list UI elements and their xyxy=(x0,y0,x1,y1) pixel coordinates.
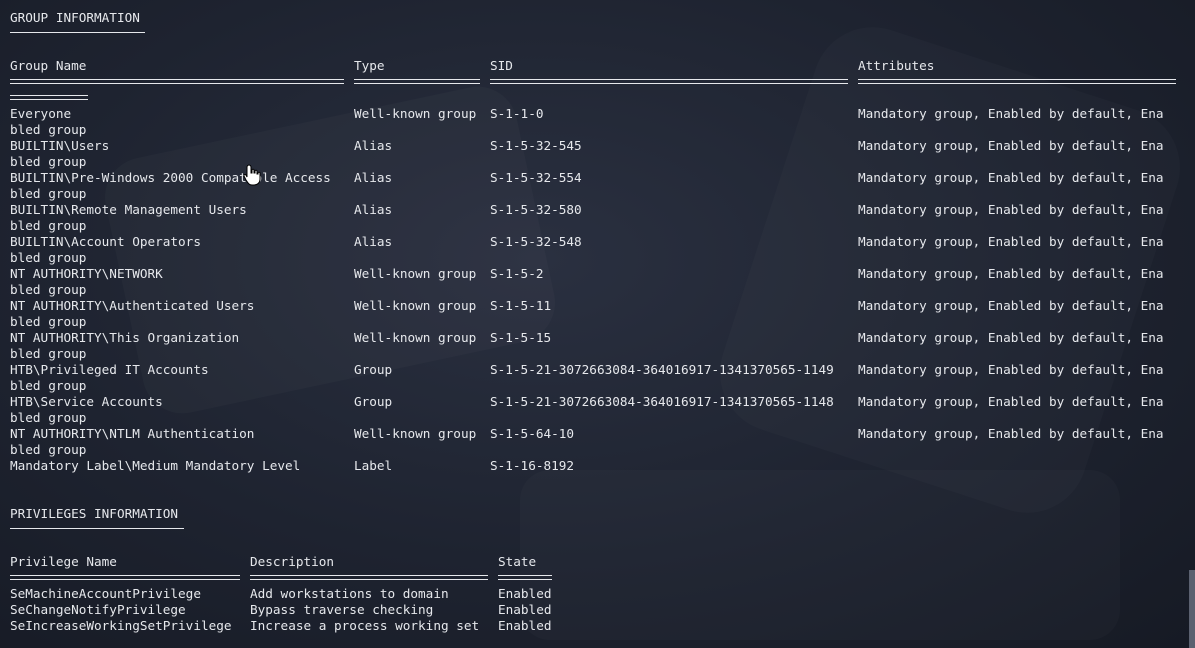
group-sid: S-1-5-32-580 xyxy=(490,202,582,217)
group-attributes-wrap: bled group xyxy=(10,122,87,137)
group-type: Group xyxy=(354,394,393,409)
header-group-name: Group Name xyxy=(10,58,87,73)
header-rule xyxy=(498,575,552,580)
header-rule xyxy=(250,575,488,580)
group-type: Alias xyxy=(354,138,393,153)
group-name: NT AUTHORITY\NTLM Authentication xyxy=(10,426,255,441)
group-attributes-wrap: bled group xyxy=(10,378,87,393)
group-name: BUILTIN\Users xyxy=(10,138,110,153)
header-privilege-name: Privilege Name xyxy=(10,554,117,569)
group-name: NT AUTHORITY\NETWORK xyxy=(10,266,163,281)
group-sid: S-1-5-2 xyxy=(490,266,544,281)
privilege-name: SeChangeNotifyPrivilege xyxy=(10,602,186,617)
privilege-name: SeMachineAccountPrivilege xyxy=(10,586,201,601)
group-name: HTB\Service Accounts xyxy=(10,394,163,409)
group-attributes: Mandatory group, Enabled by default, Ena xyxy=(858,202,1164,217)
header-rule xyxy=(858,79,1176,84)
group-attributes: Mandatory group, Enabled by default, Ena xyxy=(858,234,1164,249)
group-attributes: Mandatory group, Enabled by default, Ena xyxy=(858,298,1164,313)
header-type: Type xyxy=(354,58,385,73)
group-section-title: GROUP INFORMATION xyxy=(10,10,140,25)
group-type: Group xyxy=(354,362,393,377)
group-type: Label xyxy=(354,458,393,473)
group-type: Well-known group xyxy=(354,298,477,313)
group-sid: S-1-5-11 xyxy=(490,298,552,313)
group-attributes-wrap: bled group xyxy=(10,218,87,233)
group-attributes: Mandatory group, Enabled by default, Ena xyxy=(858,426,1164,441)
group-attributes-wrap: bled group xyxy=(10,282,87,297)
group-type: Alias xyxy=(354,202,393,217)
group-attributes-wrap: bled group xyxy=(10,346,87,361)
group-type: Well-known group xyxy=(354,106,477,121)
group-attributes-wrap: bled group xyxy=(10,250,87,265)
header-state: State xyxy=(498,554,537,569)
header-rule-wrap xyxy=(10,95,88,100)
group-name: Mandatory Label\Medium Mandatory Level xyxy=(10,458,301,473)
header-description: Description xyxy=(250,554,335,569)
header-attributes: Attributes xyxy=(858,58,935,73)
group-name: NT AUTHORITY\This Organization xyxy=(10,330,240,345)
group-attributes: Mandatory group, Enabled by default, Ena xyxy=(858,362,1164,377)
privilege-name: SeIncreaseWorkingSetPrivilege xyxy=(10,618,232,633)
header-rule xyxy=(354,79,480,84)
scrollbar[interactable] xyxy=(1189,570,1195,648)
group-sid: S-1-5-32-545 xyxy=(490,138,582,153)
group-attributes-wrap: bled group xyxy=(10,186,87,201)
group-name: NT AUTHORITY\Authenticated Users xyxy=(10,298,255,313)
group-attributes-wrap: bled group xyxy=(10,410,87,425)
group-type: Well-known group xyxy=(354,266,477,281)
privilege-description: Increase a process working set xyxy=(250,618,480,633)
group-type: Alias xyxy=(354,234,393,249)
group-name: BUILTIN\Account Operators xyxy=(10,234,201,249)
group-name: BUILTIN\Pre-Windows 2000 Compatible Acce… xyxy=(10,170,331,185)
header-rule xyxy=(10,575,240,580)
privilege-description: Add workstations to domain xyxy=(250,586,449,601)
group-attributes-wrap: bled group xyxy=(10,314,87,329)
group-name: BUILTIN\Remote Management Users xyxy=(10,202,247,217)
group-sid: S-1-1-0 xyxy=(490,106,544,121)
title-underline xyxy=(10,528,184,529)
group-type: Well-known group xyxy=(354,426,477,441)
group-type: Well-known group xyxy=(354,330,477,345)
group-attributes: Mandatory group, Enabled by default, Ena xyxy=(858,394,1164,409)
header-rule xyxy=(490,79,848,84)
group-sid: S-1-5-21-3072663084-364016917-1341370565… xyxy=(490,394,834,409)
privilege-state: Enabled xyxy=(498,586,552,601)
group-attributes: Mandatory group, Enabled by default, Ena xyxy=(858,138,1164,153)
hand-cursor-icon xyxy=(243,164,261,186)
group-attributes: Mandatory group, Enabled by default, Ena xyxy=(858,266,1164,281)
group-sid: S-1-5-21-3072663084-364016917-1341370565… xyxy=(490,362,834,377)
group-name: HTB\Privileged IT Accounts xyxy=(10,362,209,377)
group-sid: S-1-5-64-10 xyxy=(490,426,575,441)
group-sid: S-1-5-15 xyxy=(490,330,552,345)
header-rule xyxy=(10,79,344,84)
group-attributes: Mandatory group, Enabled by default, Ena xyxy=(858,330,1164,345)
group-attributes-wrap: bled group xyxy=(10,154,87,169)
privileges-section-title: PRIVILEGES INFORMATION xyxy=(10,506,179,521)
privilege-state: Enabled xyxy=(498,602,552,617)
group-attributes: Mandatory group, Enabled by default, Ena xyxy=(858,170,1164,185)
group-sid: S-1-5-32-548 xyxy=(490,234,582,249)
header-sid: SID xyxy=(490,58,513,73)
group-name: Everyone xyxy=(10,106,72,121)
group-sid: S-1-16-8192 xyxy=(490,458,575,473)
group-sid: S-1-5-32-554 xyxy=(490,170,582,185)
privilege-state: Enabled xyxy=(498,618,552,633)
title-underline xyxy=(10,32,145,33)
group-attributes: Mandatory group, Enabled by default, Ena xyxy=(858,106,1164,121)
group-type: Alias xyxy=(354,170,393,185)
privilege-description: Bypass traverse checking xyxy=(250,602,434,617)
group-attributes-wrap: bled group xyxy=(10,442,87,457)
